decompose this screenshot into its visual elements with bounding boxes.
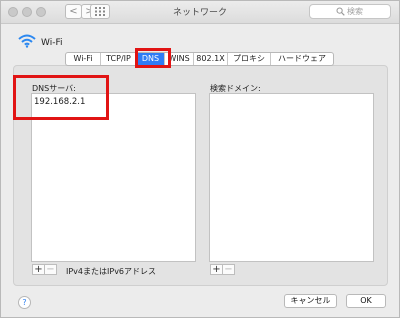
network-name: Wi-Fi [41, 38, 63, 48]
help-icon: ? [22, 298, 27, 307]
ok-button[interactable]: OK [346, 294, 386, 308]
tab-highlight-box [135, 48, 171, 68]
cancel-button[interactable]: キャンセル [284, 294, 337, 308]
wifi-icon [18, 34, 36, 48]
preferences-window: < > ネットワーク 検索 [0, 0, 400, 318]
tab-8021x[interactable]: 802.1X [194, 53, 228, 65]
tab-wifi[interactable]: Wi-Fi [66, 53, 101, 65]
tab-hardware[interactable]: ハードウェア [271, 53, 333, 65]
search-field[interactable]: 検索 [309, 4, 391, 19]
tab-proxy[interactable]: プロキシ [228, 53, 271, 65]
search-domains-list[interactable] [209, 93, 374, 262]
search-icon [336, 7, 345, 16]
search-placeholder: 検索 [347, 7, 363, 16]
dns-highlight-box [13, 75, 109, 120]
title-bar: < > ネットワーク 検索 [1, 1, 399, 24]
dns-address-hint: IPv4またはIPv6アドレス [66, 267, 157, 276]
tab-tcpip[interactable]: TCP/IP [101, 53, 137, 65]
remove-search-domain-button[interactable]: − [222, 264, 235, 275]
tab-bar: Wi-Fi TCP/IP DNS WINS 802.1X プロキシ ハードウェア [65, 52, 334, 66]
help-button[interactable]: ? [18, 296, 31, 309]
remove-dns-button[interactable]: − [44, 264, 57, 275]
